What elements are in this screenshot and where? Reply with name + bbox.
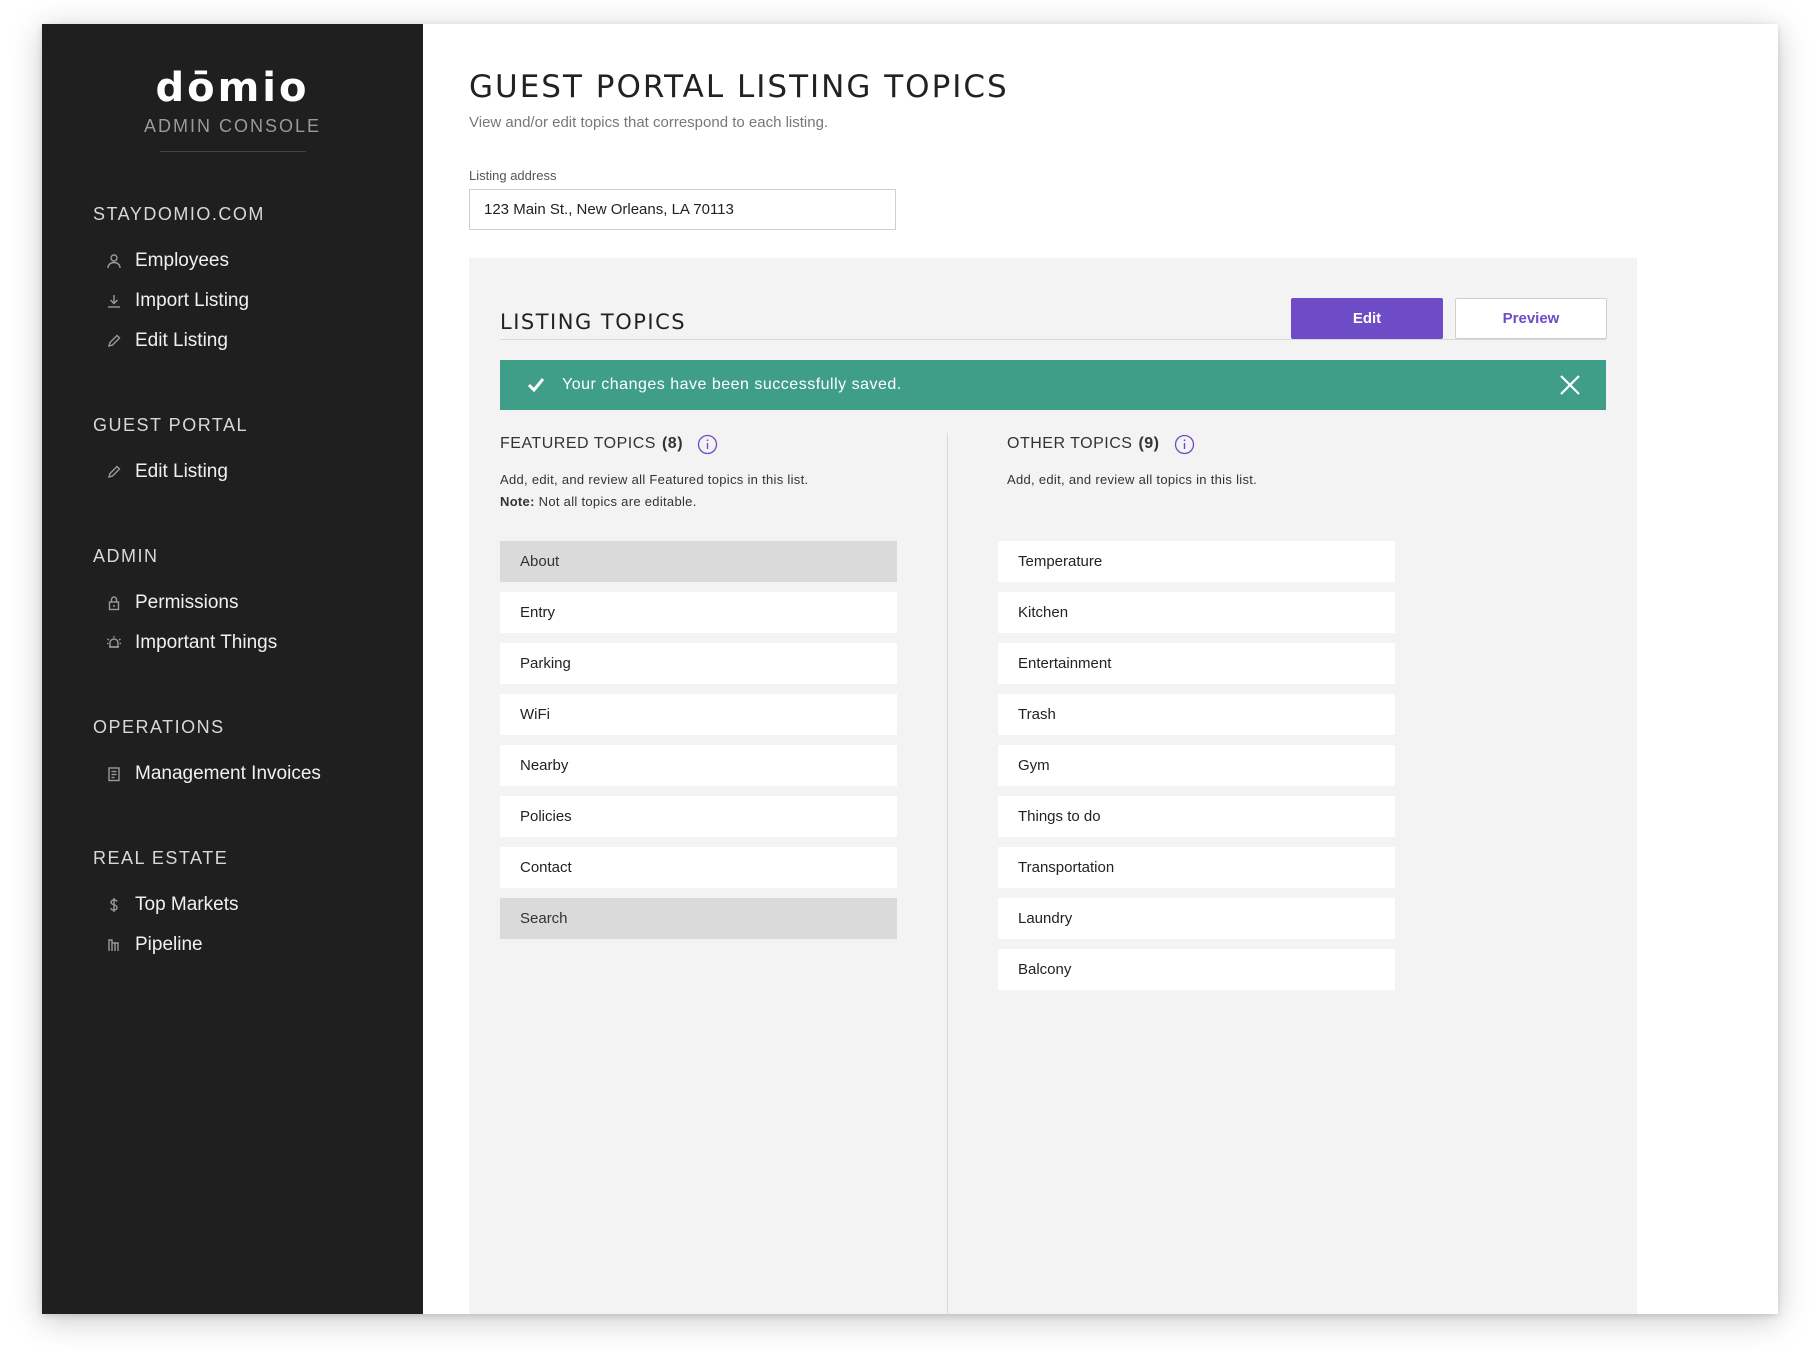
note-text: Not all topics are editable. (534, 494, 697, 509)
topic-item-temperature[interactable]: Temperature (998, 541, 1395, 582)
topic-item-about: About (500, 541, 897, 582)
sidebar-item-label: Important Things (135, 632, 278, 653)
invoice-icon (105, 765, 123, 783)
nav-section-heading: REAL ESTATE (93, 848, 229, 868)
success-alert: Your changes have been successfully save… (500, 360, 1606, 410)
featured-heading-label: FEATURED TOPICS (500, 435, 656, 452)
check-icon (526, 375, 546, 395)
topic-item-balcony[interactable]: Balcony (998, 949, 1395, 990)
alarm-icon (105, 634, 123, 652)
nav-section-staydomio-com: STAYDOMIO.COM Employees Import Listing Edit… (93, 204, 423, 361)
nav-section-real-estate: REAL ESTATE Top Markets Pipeline (93, 848, 423, 965)
sidebar-item-label: Management Invoices (135, 763, 321, 784)
other-count: (9) (1138, 435, 1160, 452)
topic-item-kitchen[interactable]: Kitchen (998, 592, 1395, 633)
other-topic-list: Temperature Kitchen Entertainment Trash Gym T… (998, 541, 1395, 1000)
brand-subtitle: ADMIN CONSOLE (143, 116, 322, 136)
topic-item-things-to-do[interactable]: Things to do (998, 796, 1395, 837)
download-icon (105, 292, 123, 310)
topic-item-entry[interactable]: Entry (500, 592, 897, 633)
page-title: GUEST PORTAL LISTING TOPICS (469, 69, 1009, 105)
sidebar-item-label: Employees (135, 250, 229, 271)
featured-count: (8) (661, 435, 684, 452)
other-desc-text: Add, edit, and review all topics in this… (1007, 472, 1258, 487)
info-icon[interactable] (1174, 434, 1195, 455)
note-label: Note: (500, 494, 535, 509)
preview-button[interactable]: Preview (1455, 298, 1607, 339)
sidebar-item-label: Pipeline (135, 934, 203, 955)
sidebar-item-label: Import Listing (135, 290, 250, 311)
topic-item-search: Search (500, 898, 897, 939)
lock-icon (105, 594, 123, 612)
nav-section-heading: STAYDOMIO.COM (93, 204, 265, 224)
address-input[interactable] (469, 189, 896, 230)
topic-item-entertainment[interactable]: Entertainment (998, 643, 1395, 684)
featured-note: Note: Not all topics are editable. (500, 491, 897, 513)
topic-item-transportation[interactable]: Transportation (998, 847, 1395, 888)
other-topics-heading: OTHER TOPICS (9) (1007, 433, 1427, 455)
listing-topics-panel: LISTING TOPICS Edit Preview Your changes… (469, 258, 1637, 1314)
dollar-icon (105, 896, 123, 914)
nav-section-operations: OPERATIONS Management Invoices (93, 717, 423, 794)
featured-topic-list: About Entry Parking WiFi Nearby Policies Conta… (500, 541, 897, 949)
nav-section-heading: ADMIN (93, 546, 159, 566)
featured-topics-heading: FEATURED TOPICS (8) (500, 433, 897, 455)
topic-item-contact[interactable]: Contact (500, 847, 897, 888)
sidebar: dōmio ADMIN CONSOLE STAYDOMIO.COM Employe… (42, 24, 423, 1314)
sidebar-item-employees[interactable]: Employees (93, 241, 423, 281)
other-topics-column: OTHER TOPICS (9) Add, edit, and review a… (998, 433, 1427, 990)
sidebar-item-pipeline[interactable]: Pipeline (93, 925, 423, 965)
topic-item-nearby[interactable]: Nearby (500, 745, 897, 786)
pencil-icon (105, 463, 123, 481)
pipeline-icon (105, 936, 123, 954)
app-window: dōmio ADMIN CONSOLE STAYDOMIO.COM Employe… (42, 24, 1778, 1314)
sidebar-item-label: Edit Listing (135, 330, 228, 351)
sidebar-item-edit-listing[interactable]: Edit Listing (93, 321, 423, 361)
other-heading-label: OTHER TOPICS (1007, 435, 1133, 452)
alert-message: Your changes have been successfully save… (562, 376, 902, 393)
topic-item-gym[interactable]: Gym (998, 745, 1395, 786)
topic-item-parking[interactable]: Parking (500, 643, 897, 684)
sidebar-item-important-things[interactable]: Important Things (93, 623, 423, 663)
nav-section-guest-portal: GUEST PORTAL Edit Listing (93, 415, 423, 492)
featured-desc-text: Add, edit, and review all Featured topic… (500, 472, 809, 487)
sidebar-item-edit-listing[interactable]: Edit Listing (93, 452, 423, 492)
brand-divider (159, 151, 306, 152)
sidebar-nav: STAYDOMIO.COM Employees Import Listing Edit… (42, 204, 423, 965)
sidebar-item-top-markets[interactable]: Top Markets (93, 885, 423, 925)
panel-header: LISTING TOPICS Edit Preview (500, 278, 1607, 340)
sidebar-item-label: Permissions (135, 592, 239, 613)
sidebar-item-import-listing[interactable]: Import Listing (93, 281, 423, 321)
nav-section-heading: OPERATIONS (93, 717, 225, 737)
other-description: Add, edit, and review all topics in this… (1007, 469, 1427, 491)
brand-logo[interactable]: dōmio (42, 68, 423, 108)
pencil-icon (105, 332, 123, 350)
page-subtitle: View and/or edit topics that correspond … (469, 114, 829, 131)
topic-item-wifi[interactable]: WiFi (500, 694, 897, 735)
edit-button[interactable]: Edit (1291, 298, 1443, 339)
featured-description: Add, edit, and review all Featured topic… (500, 469, 897, 513)
close-icon[interactable] (1558, 373, 1582, 397)
topic-item-laundry[interactable]: Laundry (998, 898, 1395, 939)
column-divider (947, 433, 948, 1314)
sidebar-item-label: Top Markets (135, 894, 239, 915)
address-label: Listing address (469, 168, 557, 183)
panel-title: LISTING TOPICS (500, 310, 687, 334)
main-content: GUEST PORTAL LISTING TOPICS View and/or … (423, 24, 1778, 1314)
nav-section-admin: ADMIN Permissions Important Things (93, 546, 423, 663)
info-icon[interactable] (697, 434, 718, 455)
sidebar-item-label: Edit Listing (135, 461, 228, 482)
brand: dōmio ADMIN CONSOLE (42, 24, 423, 152)
topic-item-trash[interactable]: Trash (998, 694, 1395, 735)
user-icon (105, 252, 123, 270)
topic-item-policies[interactable]: Policies (500, 796, 897, 837)
sidebar-item-management-invoices[interactable]: Management Invoices (93, 754, 423, 794)
nav-section-heading: GUEST PORTAL (93, 415, 249, 435)
sidebar-item-permissions[interactable]: Permissions (93, 583, 423, 623)
featured-topics-column: FEATURED TOPICS (8) Add, edit, and revie… (500, 433, 897, 939)
